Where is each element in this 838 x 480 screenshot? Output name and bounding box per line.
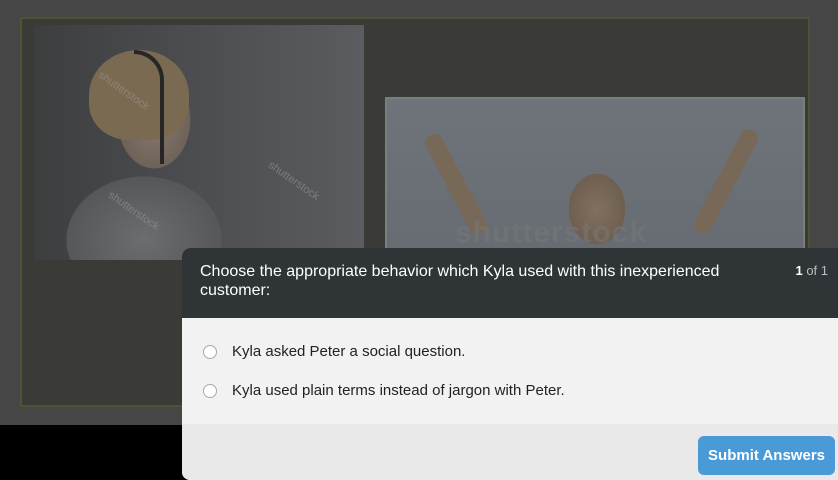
answer-label: Kyla asked Peter a social question.	[232, 343, 466, 360]
watermark-text: shutterstock	[455, 216, 648, 249]
counter-total: of 1	[806, 263, 828, 278]
watermark-small: shutterstock	[105, 189, 162, 233]
watermark-small: shutterstock	[265, 159, 322, 203]
radio-button[interactable]	[203, 383, 217, 398]
question-text: Choose the appropriate behavior which Ky…	[200, 263, 720, 299]
question-header: Choose the appropriate behavior which Ky…	[182, 248, 838, 318]
quiz-footer: Submit Answers	[182, 424, 838, 480]
answer-option-1[interactable]: Kyla asked Peter a social question.	[182, 332, 838, 371]
answer-option-2[interactable]: Kyla used plain terms instead of jargon …	[182, 371, 838, 410]
call-center-agent-photo: shutterstock shutterstock shutterstock	[34, 25, 364, 260]
quiz-panel: Choose the appropriate behavior which Ky…	[182, 248, 838, 480]
answer-options: Kyla asked Peter a social question. Kyla…	[182, 318, 838, 410]
counter-current: 1	[795, 263, 803, 278]
answer-label: Kyla used plain terms instead of jargon …	[232, 382, 565, 399]
question-counter: 1 of 1	[795, 263, 828, 278]
radio-button[interactable]	[203, 344, 217, 359]
submit-answers-button[interactable]: Submit Answers	[698, 436, 835, 475]
